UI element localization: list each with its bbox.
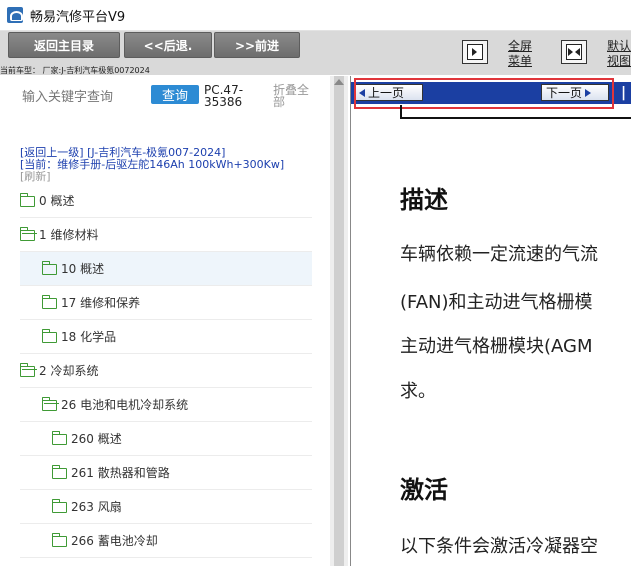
nav-extra-icon[interactable]: |: [621, 85, 626, 101]
folder-icon: [41, 328, 57, 343]
forward-button[interactable]: >>前进: [214, 32, 300, 58]
window-title: 畅易汽修平台V9: [30, 10, 126, 25]
arrow-left-icon: [359, 88, 365, 97]
pc-code-label: PC.47-35386: [204, 83, 244, 109]
split-view-icon: [566, 44, 582, 60]
default-view-label[interactable]: 默认 视图: [607, 39, 631, 69]
doc-paragraph-line: (FAN)和主动进气格栅模: [400, 292, 593, 313]
fullscreen-button[interactable]: [462, 40, 488, 64]
folder-icon: [51, 532, 67, 547]
tree-item-26[interactable]: 26 电池和电机冷却系统: [20, 388, 312, 422]
doc-frame-line: [400, 105, 631, 119]
prev-page-button[interactable]: 上一页: [355, 84, 423, 101]
folder-icon: [51, 430, 67, 445]
folder-icon: [41, 260, 57, 275]
section-heading-activation: 激活: [400, 476, 448, 504]
folder-icon: [51, 464, 67, 479]
back-button[interactable]: <<后退.: [124, 32, 212, 58]
folder-icon: [19, 192, 35, 207]
toolbar: 返回主目录 <<后退. >>前进 当前车型： 厂家:J-吉利汽车极氪007202…: [0, 31, 631, 75]
breadcrumb: [返回上一级] [J-吉利汽车-极氪007-2024] [当前：维修手册-后驱左…: [20, 147, 284, 183]
current-vehicle-info: 当前车型： 厂家:J-吉利汽车极氪0072024: [0, 66, 150, 75]
next-page-button[interactable]: 下一页: [541, 84, 609, 101]
title-bar: 畅易汽修平台V9: [0, 0, 631, 31]
arrow-right-icon: [585, 88, 592, 97]
tree-item-18[interactable]: 18 化学品: [20, 320, 312, 354]
collapse-all-button[interactable]: 折叠全部: [273, 84, 313, 108]
pane-scrollbar[interactable]: [330, 76, 348, 566]
search-input[interactable]: 输入关键字查询: [22, 86, 113, 105]
query-button[interactable]: 查询: [151, 85, 199, 104]
tree-item-0[interactable]: 0 概述: [19, 184, 312, 218]
doc-paragraph-line: 主动进气格栅模块(AGM: [400, 336, 593, 357]
app-logo-icon: [7, 7, 23, 23]
tree-item-1[interactable]: 1 维修材料: [19, 218, 312, 252]
folder-open-icon: [19, 226, 37, 241]
scroll-up-arrow-icon[interactable]: [334, 79, 344, 85]
doc-paragraph-line: 求。: [400, 381, 436, 402]
folder-open-icon: [19, 362, 37, 377]
document-viewer: 上一页 下一页 | 描述 车辆依赖一定流速的气流 (FAN)和主动进气格栅模 主…: [350, 76, 631, 566]
tree-item-261[interactable]: 261 散热器和管路: [20, 456, 312, 490]
default-view-button[interactable]: [561, 40, 587, 64]
refresh-link[interactable]: [刷新]: [20, 170, 51, 183]
tree-item-260[interactable]: 260 概述: [20, 422, 312, 456]
left-navigation-pane: 输入关键字查询 查询 PC.47-35386 折叠全部 [返回上一级] [J-吉…: [0, 76, 330, 566]
folder-icon: [51, 498, 67, 513]
tree-item-10[interactable]: 10 概述: [20, 252, 312, 286]
section-heading-description: 描述: [400, 186, 448, 214]
scrollbar-thumb[interactable]: [334, 76, 344, 566]
doc-paragraph-line: 以下条件会激活冷凝器空: [400, 536, 598, 557]
tree-item-2[interactable]: 2 冷却系统: [19, 354, 312, 388]
tree-item-266[interactable]: 266 蓄电池冷却: [20, 524, 312, 558]
page-nav-strip: 上一页 下一页 |: [351, 82, 631, 104]
current-path: [当前：维修手册-后驱左舵146Ah 100kWh+300Kw]: [20, 158, 285, 171]
folder-open-icon: [41, 396, 59, 411]
folder-icon: [41, 294, 57, 309]
tree-item-17[interactable]: 17 维修和保养: [20, 286, 312, 320]
back-to-main-button[interactable]: 返回主目录: [8, 32, 120, 58]
fullscreen-icon: [467, 44, 483, 60]
tree-item-263[interactable]: 263 风扇: [20, 490, 312, 524]
doc-paragraph-line: 车辆依赖一定流速的气流: [400, 244, 598, 265]
fullscreen-menu-label[interactable]: 全屏 菜单: [508, 39, 532, 69]
